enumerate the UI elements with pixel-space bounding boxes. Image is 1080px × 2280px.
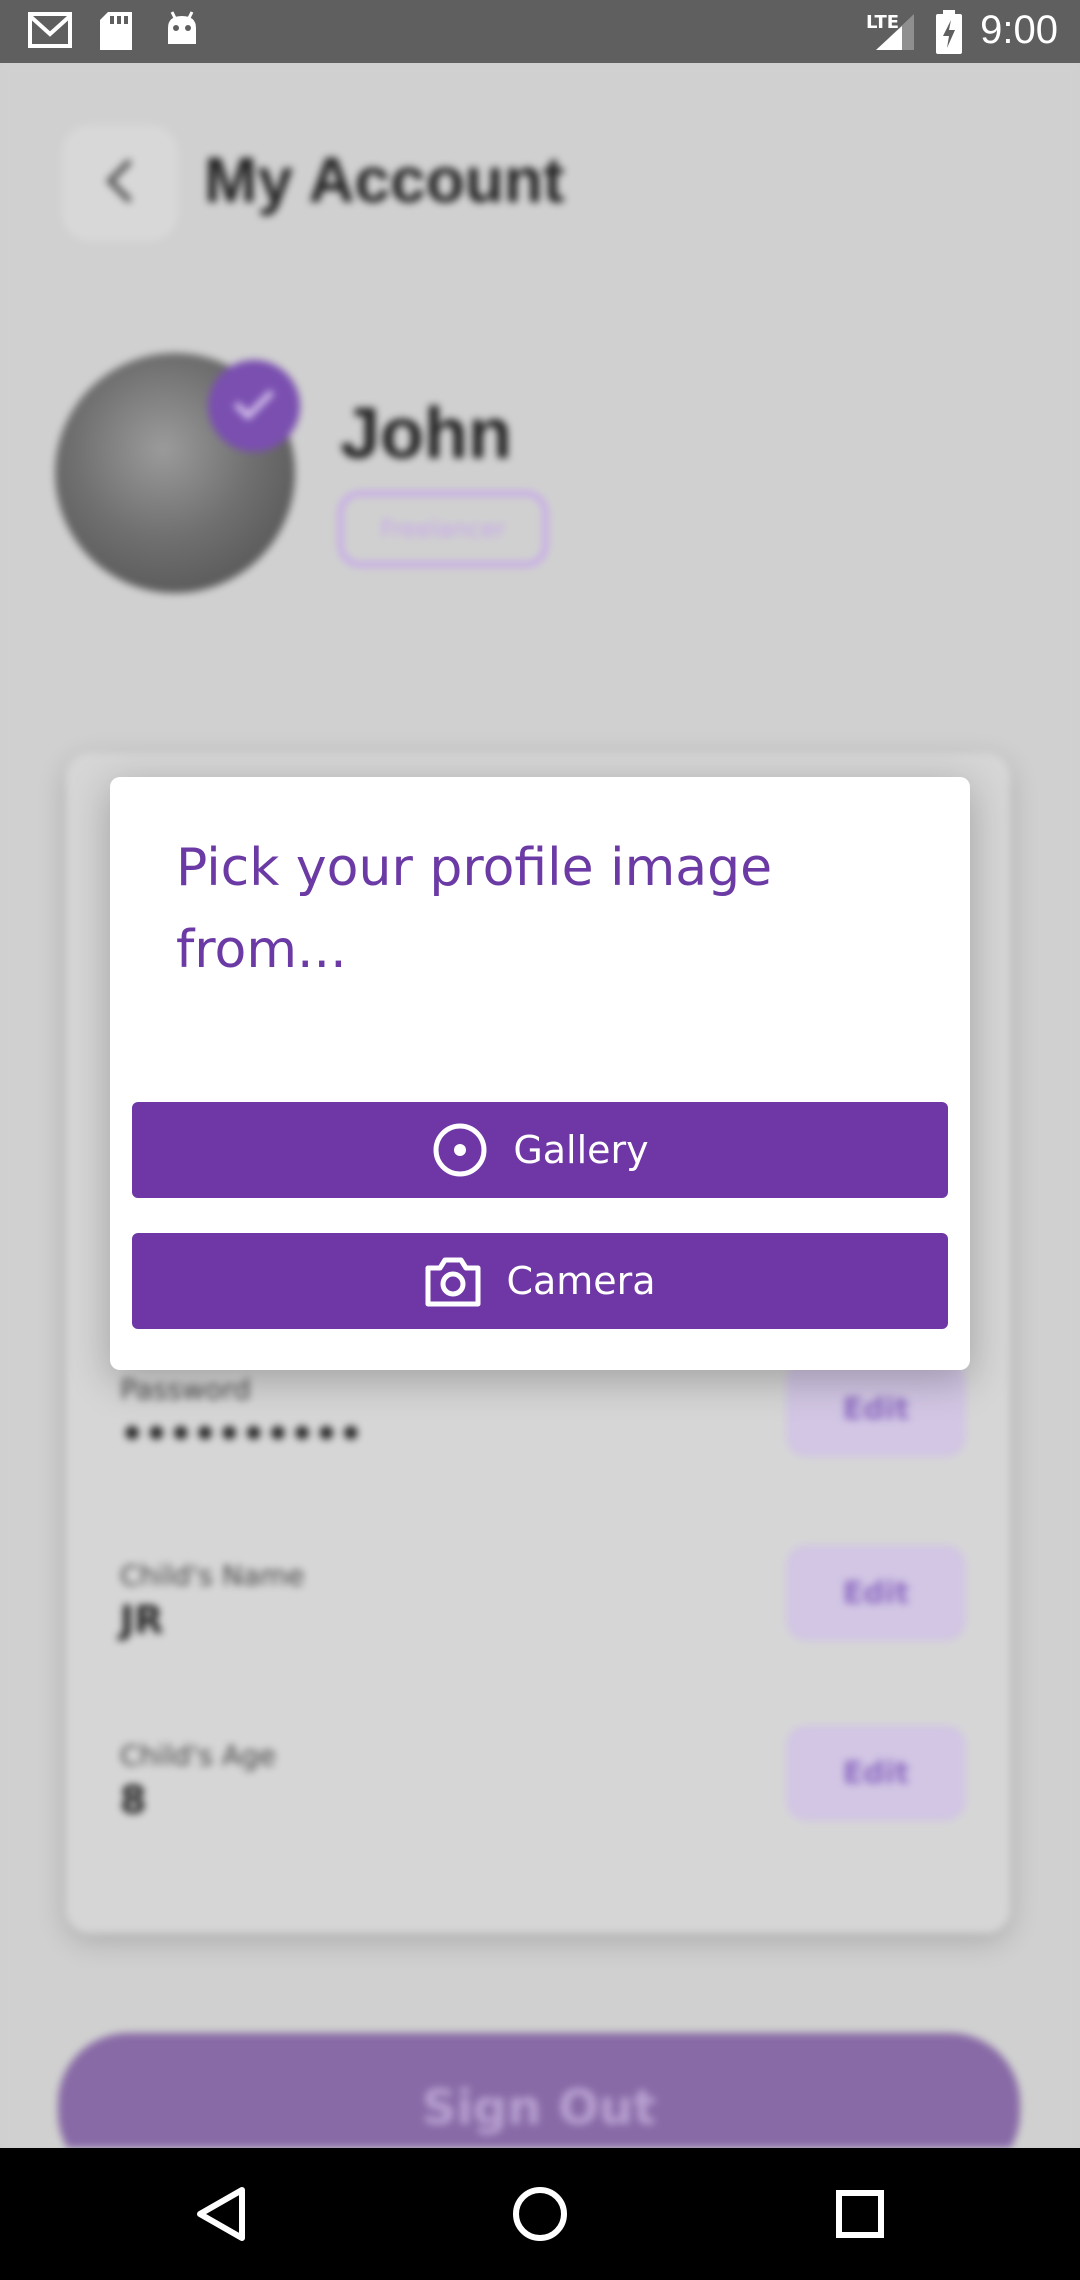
back-triangle-icon[interactable] [184, 2178, 256, 2250]
user-name: John [340, 394, 512, 474]
field-label: Child's Age [120, 1739, 276, 1772]
page-title: My Account [204, 144, 565, 216]
gallery-button[interactable]: Gallery [132, 1102, 948, 1198]
chevron-left-icon [100, 157, 140, 209]
signal-icon [872, 12, 916, 56]
sd-card-icon [98, 10, 134, 56]
field-label: Password [120, 1373, 251, 1406]
home-circle-icon[interactable] [504, 2178, 576, 2250]
gallery-button-label: Gallery [513, 1128, 649, 1172]
edit-child-name-button[interactable]: Edit [786, 1545, 966, 1641]
gmail-icon [28, 10, 72, 54]
back-button[interactable] [62, 125, 178, 241]
image-source-dialog: Pick your profile image from... Gallery … [110, 777, 970, 1370]
camera-button[interactable]: Camera [132, 1233, 948, 1329]
android-icon [164, 10, 200, 54]
user-role-badge: Freelancer [338, 491, 548, 567]
sign-out-button[interactable]: Sign Out [58, 2033, 1020, 2148]
status-bar: LTE 9:00 [0, 0, 1080, 63]
system-nav-bar [0, 2148, 1080, 2280]
child-age-field: Child's Age 8 [120, 1739, 276, 1822]
password-field: Password •••••••••• [120, 1373, 363, 1456]
field-value: JR [120, 1598, 164, 1642]
verified-badge [208, 360, 300, 452]
edit-child-age-button[interactable]: Edit [786, 1725, 966, 1821]
battery-charging-icon [934, 10, 964, 58]
edit-password-button[interactable]: Edit [786, 1361, 966, 1457]
child-name-field: Child's Name JR [120, 1559, 304, 1642]
field-label: Child's Name [120, 1559, 305, 1592]
camera-button-label: Camera [506, 1259, 656, 1303]
dialog-title: Pick your profile image from... [176, 838, 773, 980]
camera-icon [424, 1252, 482, 1310]
status-time: 9:00 [980, 8, 1058, 52]
radio-target-icon [431, 1121, 489, 1179]
field-value: 8 [120, 1778, 147, 1822]
check-icon [232, 386, 276, 426]
field-value: •••••••••• [120, 1412, 363, 1456]
recents-square-icon[interactable] [824, 2178, 896, 2250]
